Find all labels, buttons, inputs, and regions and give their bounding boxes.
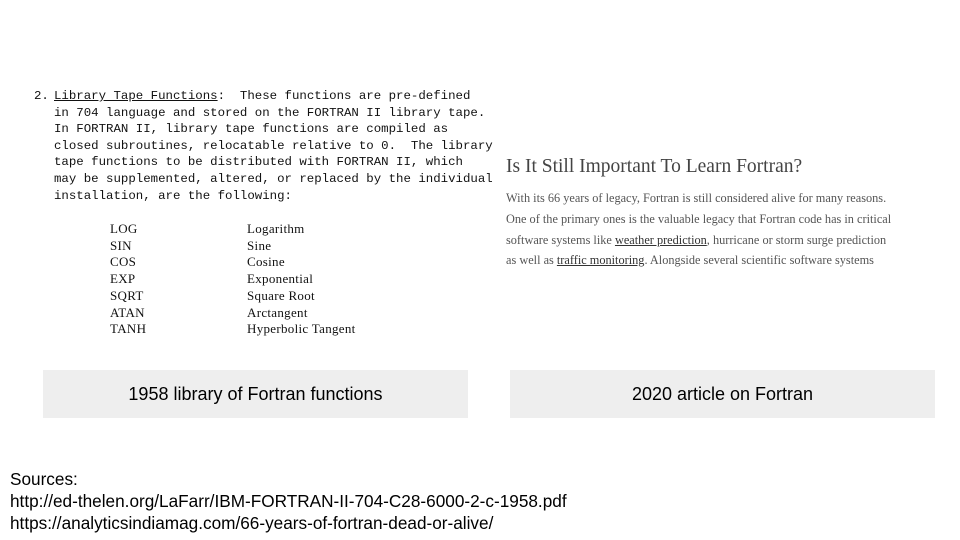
caption-right: 2020 article on Fortran [510, 370, 935, 418]
function-desc: Exponential [247, 271, 314, 287]
article-title: Is It Still Important To Learn Fortran? [506, 156, 803, 177]
function-desc: Sine [247, 237, 272, 253]
function-name: EXP [110, 271, 136, 287]
function-desc: Square Root [247, 287, 315, 303]
article-text: . Alongside several scientific software … [644, 253, 874, 268]
article-line: With its 66 years of legacy, Fortran is … [506, 191, 887, 205]
manual-line-first: Library Tape Functions: These functions … [54, 88, 474, 105]
function-desc: Arctangent [247, 304, 308, 320]
function-table: LOG Logarithm SIN Sine COS Cosine EXP Expone… [110, 221, 356, 338]
function-name: ATAN [110, 304, 145, 320]
function-name: COS [110, 254, 137, 270]
function-desc: Hyperbolic Tangent [247, 321, 356, 337]
function-row: SQRT Square Root [110, 288, 356, 305]
function-row: EXP Exponential [110, 271, 356, 288]
item-number: 2. [34, 89, 49, 103]
function-name: TANH [110, 321, 147, 337]
manual-line: installation, are the following: [54, 188, 292, 203]
article-body: With its 66 years of legacy, Fortran is … [506, 188, 946, 271]
manual-line: in 704 language and stored on the FORTRA… [54, 105, 486, 120]
function-desc: Logarithm [247, 221, 305, 236]
article-line: software systems like weather prediction… [506, 230, 946, 251]
manual-line: closed subroutines, relocatable relative… [54, 138, 493, 153]
article-text: , hurricane or storm surge prediction [706, 232, 887, 247]
weather-prediction-link[interactable]: weather prediction [615, 233, 707, 247]
function-row: ATAN Arctangent [110, 305, 356, 322]
manual-line: may be supplemented, altered, or replace… [54, 171, 493, 186]
manual-heading: Library Tape Functions [54, 89, 218, 103]
sources-block: Sources: http://ed-thelen.org/LaFarr/IBM… [10, 468, 567, 534]
function-name: SIN [110, 237, 132, 253]
source-url-2[interactable]: https://analyticsindiamag.com/66-years-o… [10, 512, 567, 534]
manual-line: tape functions to be distributed with FO… [54, 155, 463, 170]
manual-heading-suffix: : These functions are pre-defined [217, 89, 471, 103]
function-row: COS Cosine [110, 254, 356, 271]
function-row: LOG Logarithm [110, 221, 356, 238]
manual-line: In FORTRAN II, library tape functions ar… [54, 122, 449, 137]
sources-label: Sources: [10, 469, 78, 489]
article-line: One of the primary ones is the valuable … [506, 211, 892, 226]
article-text: as well as [506, 253, 557, 268]
source-url-1[interactable]: http://ed-thelen.org/LaFarr/IBM-FORTRAN-… [10, 490, 567, 512]
function-desc: Cosine [247, 254, 285, 270]
function-name: LOG [110, 221, 138, 236]
function-row: TANH Hyperbolic Tangent [110, 321, 356, 338]
traffic-monitoring-link[interactable]: traffic monitoring [557, 253, 645, 267]
fortran-manual-excerpt: 2. Library Tape Functions: These functio… [34, 88, 493, 336]
article-text: software systems like [506, 232, 615, 247]
manual-paragraph: 2. Library Tape Functions: These functio… [34, 88, 493, 204]
caption-left: 1958 library of Fortran functions [43, 370, 468, 418]
function-row: SIN Sine [110, 238, 356, 255]
article-line: as well as traffic monitoring. Alongside… [506, 250, 946, 271]
article-excerpt: Is It Still Important To Learn Fortran? … [506, 156, 946, 271]
function-name: SQRT [110, 287, 144, 303]
